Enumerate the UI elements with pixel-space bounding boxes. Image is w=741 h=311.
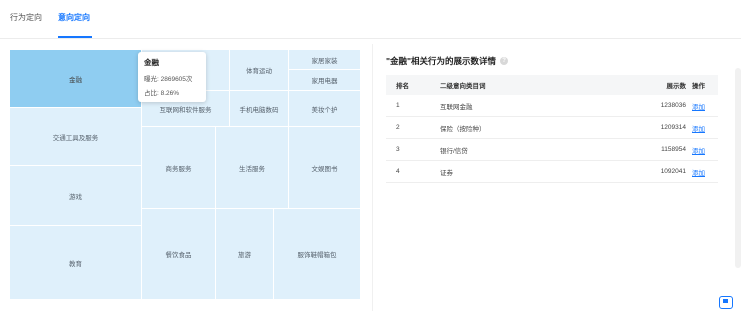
tooltip-title: 金融 — [144, 58, 159, 67]
row-count: 1092041 — [660, 168, 686, 175]
tooltip-exposure: 曝光: 2869605次 — [144, 76, 193, 83]
row-count: 1158954 — [661, 146, 686, 153]
treemap-cell-education[interactable]: 教育 — [10, 226, 142, 300]
treemap-cell-beauty[interactable]: 美妆个护 — [289, 91, 361, 127]
active-tab-indicator — [58, 36, 92, 38]
header-category: 二级意向类目词 — [440, 83, 486, 90]
row-rank: 3 — [396, 146, 400, 153]
treemap-cell-apparel[interactable]: 服饰鞋帽箱包 — [274, 209, 361, 300]
row-count: 1209314 — [660, 124, 686, 131]
detail-panel-title: "金融"相关行为的展示数详情 ? — [386, 55, 509, 67]
tab-bar: 行为定向 意向定向 — [0, 0, 741, 39]
scrollbar[interactable] — [735, 68, 741, 268]
detail-table: 排名 二级意向类目词 展示数 操作 1 互联网金融 1238036 添加 2 保… — [386, 75, 718, 183]
treemap-cell-transport[interactable]: 交通工具及服务 — [10, 108, 142, 166]
treemap-cell-travel[interactable]: 旅游 — [216, 209, 274, 300]
treemap-cell-digital[interactable]: 手机电脑数码 — [230, 91, 289, 127]
add-link[interactable]: 添加 — [692, 161, 705, 182]
panel-divider — [372, 44, 373, 311]
chat-icon[interactable] — [719, 296, 733, 309]
header-count: 展示数 — [666, 83, 687, 90]
treemap-cell-home[interactable]: 家居家装 — [289, 50, 361, 70]
row-category: 银行/信贷 — [440, 147, 468, 155]
add-link[interactable]: 添加 — [692, 117, 705, 138]
row-category: 保险（按险种） — [440, 125, 486, 133]
header-rank: 排名 — [396, 83, 409, 90]
tab-behavior[interactable]: 行为定向 — [10, 12, 42, 23]
info-icon[interactable]: ? — [500, 57, 509, 65]
treemap-cell-finance[interactable]: 金融 — [10, 50, 142, 108]
add-link[interactable]: 添加 — [692, 139, 705, 160]
tooltip-share: 占比: 8.26% — [144, 90, 180, 97]
treemap-cell-appliance[interactable]: 家用电器 — [289, 70, 361, 91]
table-row: 3 银行/信贷 1158954 添加 — [386, 139, 718, 161]
add-link[interactable]: 添加 — [692, 95, 705, 116]
row-rank: 1 — [396, 102, 400, 109]
table-row: 2 保险（按险种） 1209314 添加 — [386, 117, 718, 139]
header-action: 操作 — [692, 83, 705, 90]
table-row: 1 互联网金融 1238036 添加 — [386, 95, 718, 117]
row-category: 证券 — [440, 169, 453, 177]
sports-label: 体育运动 — [246, 68, 272, 75]
treemap-cell-culture[interactable]: 文娱图书 — [289, 127, 361, 209]
tab-intent[interactable]: 意向定向 — [58, 12, 90, 23]
treemap-cell-games[interactable]: 游戏 — [10, 166, 142, 226]
row-count: 1238036 — [660, 102, 686, 109]
table-header: 排名 二级意向类目词 展示数 操作 — [386, 75, 718, 95]
treemap-cell-sports-label: 体育运动 — [230, 50, 289, 91]
treemap-cell-business[interactable]: 商务服务 — [142, 127, 216, 209]
row-rank: 4 — [396, 168, 400, 175]
panel-title-text: "金融"相关行为的展示数详情 — [386, 56, 497, 66]
table-row: 4 证券 1092041 添加 — [386, 161, 718, 183]
row-rank: 2 — [396, 124, 400, 131]
treemap-cell-life[interactable]: 生活服务 — [216, 127, 289, 209]
treemap-cell-food[interactable]: 餐饮食品 — [142, 209, 216, 300]
treemap-tooltip: 金融 曝光: 2869605次 占比: 8.26% — [138, 52, 206, 102]
row-category: 互联网金融 — [440, 103, 473, 111]
